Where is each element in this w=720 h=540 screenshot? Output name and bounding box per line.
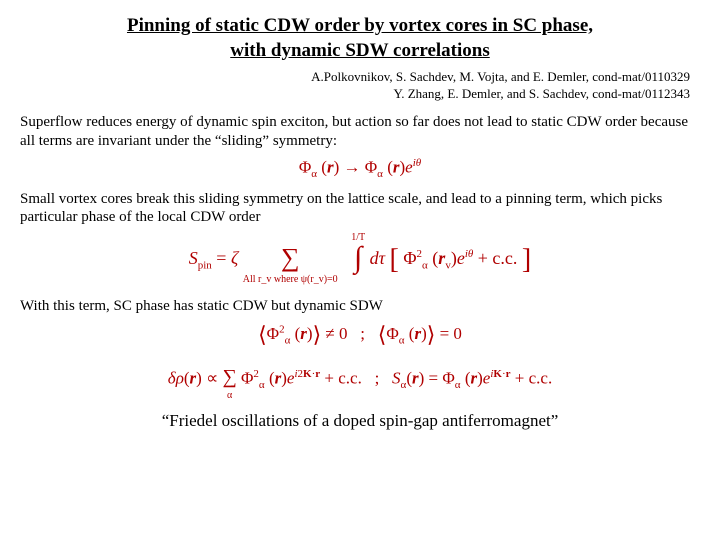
closing-quote: “Friedel oscillations of a doped spin-ga… xyxy=(20,411,700,431)
equation-density-spin: δρ(r) ∝ ∑ α Φ2α (r)ei2K·r + c.c. ; Sα(r)… xyxy=(20,358,700,401)
paragraph-2: Small vortex cores break this sliding sy… xyxy=(20,190,700,228)
paragraph-1: Superflow reduces energy of dynamic spin… xyxy=(20,113,700,151)
paragraph-3: With this term, SC phase has static CDW … xyxy=(20,297,700,316)
title-line-2: with dynamic SDW correlations xyxy=(230,40,490,61)
equation-sliding-symmetry: Φα (r) → Φα (r)eiθ xyxy=(20,157,700,180)
title-line-1: Pinning of static CDW order by vortex co… xyxy=(127,15,593,36)
sum-limit: All r_v where ψ(r_v)=0 xyxy=(243,275,338,285)
reference-1: A.Polkovnikov, S. Sachdev, M. Vojta, and… xyxy=(20,69,690,86)
slide-title: Pinning of static CDW order by vortex co… xyxy=(60,14,660,63)
equation-expectation-values: ⟨Φ2α (r)⟩ ≠ 0 ; ⟨Φα (r)⟩ = 0 xyxy=(20,322,700,348)
references-block: A.Polkovnikov, S. Sachdev, M. Vojta, and… xyxy=(20,69,690,103)
equation-pinning-action: Spin = ζ ∑ All r_v where ψ(r_v)=0 1/T ∫ … xyxy=(20,233,700,287)
reference-2: Y. Zhang, E. Demler, and S. Sachdev, con… xyxy=(20,86,690,103)
